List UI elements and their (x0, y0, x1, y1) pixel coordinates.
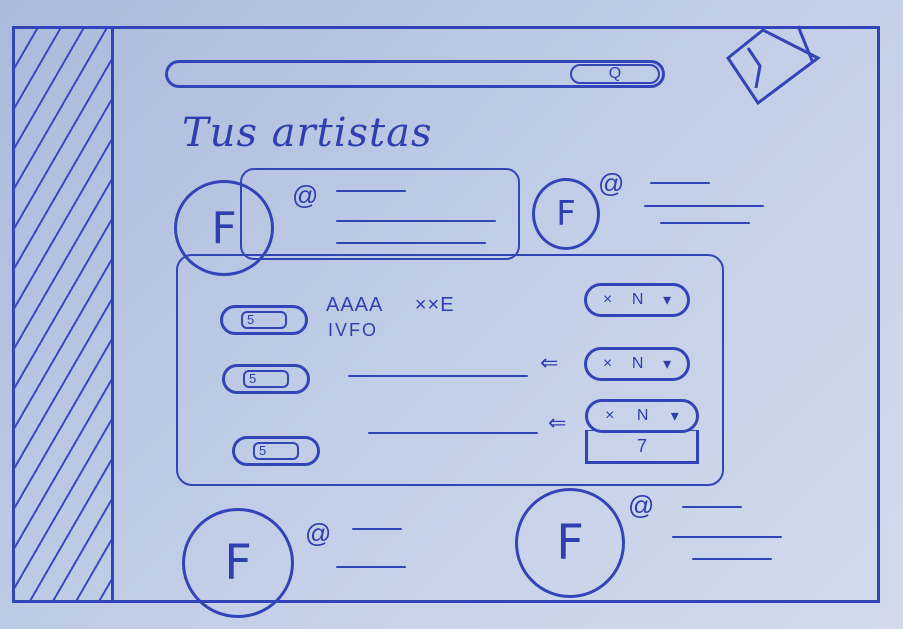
artist-meta-scribble (692, 558, 772, 560)
chevron-down-icon[interactable]: ▾ (663, 290, 671, 310)
artist-handle-scribble (336, 190, 406, 192)
artist-meta-scribble (336, 242, 486, 244)
artist-avatar[interactable]: F (515, 488, 625, 598)
sort-icon[interactable]: N (632, 291, 644, 309)
artist-name-scribble (644, 205, 764, 207)
track-control-group[interactable]: × N ▾ (584, 283, 690, 317)
search-bar[interactable]: Q (165, 60, 665, 88)
artist-name-scribble (672, 536, 782, 538)
artist-handle-icon: @ (628, 490, 655, 520)
search-icon: Q (608, 65, 622, 82)
arrow-left-icon: ⇐ (540, 350, 559, 375)
track-control-group[interactable]: × N ▾ (584, 347, 690, 381)
sort-icon[interactable]: N (637, 407, 649, 425)
flag-icon[interactable] (718, 18, 828, 110)
artist-handle-icon: @ (292, 180, 319, 210)
sidebar[interactable] (15, 29, 114, 600)
artist-meta-scribble (660, 222, 750, 224)
artist-card[interactable] (240, 168, 520, 260)
arrow-left-icon: ⇐ (548, 410, 567, 435)
chevron-down-icon[interactable]: ▾ (671, 406, 679, 426)
artist-handle-scribble (352, 528, 402, 530)
artist-name-scribble (336, 220, 496, 222)
search-button[interactable]: Q (570, 64, 660, 84)
sort-icon[interactable]: N (632, 355, 644, 373)
track-control-group[interactable]: × N ▾ (585, 399, 699, 433)
page-title: Tus artistas (182, 110, 433, 156)
artist-name-scribble (336, 566, 406, 568)
track-title: AAAA ××E (326, 294, 455, 316)
dropdown-option[interactable]: 7 (585, 430, 699, 464)
chevron-down-icon[interactable]: ▾ (663, 354, 671, 374)
track-play-button[interactable]: 5 (222, 364, 310, 394)
artist-handle-icon: @ (598, 168, 625, 198)
artist-handle-scribble (650, 182, 710, 184)
track-subtitle: IVFO (328, 320, 379, 340)
artist-avatar[interactable]: F (182, 508, 294, 618)
track-play-button[interactable]: 5 (232, 436, 320, 466)
track-title-scribble (348, 375, 528, 377)
remove-icon[interactable]: × (605, 407, 614, 425)
artist-avatar[interactable]: F (532, 178, 600, 250)
artist-handle-icon: @ (305, 518, 332, 548)
remove-icon[interactable]: × (603, 291, 612, 309)
remove-icon[interactable]: × (603, 355, 612, 373)
track-play-button[interactable]: 5 (220, 305, 308, 335)
artist-handle-scribble (682, 506, 742, 508)
track-title-scribble (368, 432, 538, 434)
